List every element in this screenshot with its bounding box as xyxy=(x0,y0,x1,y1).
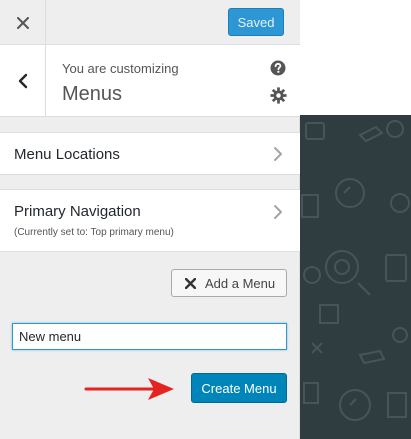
back-button[interactable] xyxy=(0,45,46,117)
chevron-right-icon xyxy=(274,205,282,219)
customizer-topbar: Saved xyxy=(0,0,300,45)
preview-background-pattern xyxy=(301,120,410,421)
red-arrow-icon xyxy=(84,378,174,400)
help-icon[interactable] xyxy=(270,60,286,76)
chevron-left-icon xyxy=(18,73,27,89)
section-header: You are customizing Menus xyxy=(0,45,300,117)
x-icon xyxy=(185,277,196,289)
close-icon xyxy=(16,16,29,29)
chevron-right-icon xyxy=(274,147,282,161)
panel-title: Primary Navigation xyxy=(14,203,141,220)
create-menu-button[interactable]: Create Menu xyxy=(191,373,287,403)
customizer-sidebar: Saved You are customizing Menus Menu Loc… xyxy=(0,0,300,439)
panel-title: Menu Locations xyxy=(14,146,120,163)
preview-header-area xyxy=(300,0,411,115)
panel-subtitle: (Currently set to: Top primary menu) xyxy=(14,227,174,238)
panel-menu-locations[interactable]: Menu Locations xyxy=(0,132,300,175)
site-preview xyxy=(300,0,411,439)
panel-primary-navigation[interactable]: Primary Navigation (Currently set to: To… xyxy=(0,189,300,252)
gear-icon[interactable] xyxy=(270,87,287,104)
saved-button[interactable]: Saved xyxy=(228,8,284,36)
add-menu-button[interactable]: Add a Menu xyxy=(171,269,287,297)
menu-name-input[interactable] xyxy=(12,323,287,350)
add-menu-label: Add a Menu xyxy=(205,275,276,291)
customizing-label: You are customizing xyxy=(62,61,179,76)
close-customizer-button[interactable] xyxy=(0,0,46,45)
section-title: Menus xyxy=(62,83,123,105)
